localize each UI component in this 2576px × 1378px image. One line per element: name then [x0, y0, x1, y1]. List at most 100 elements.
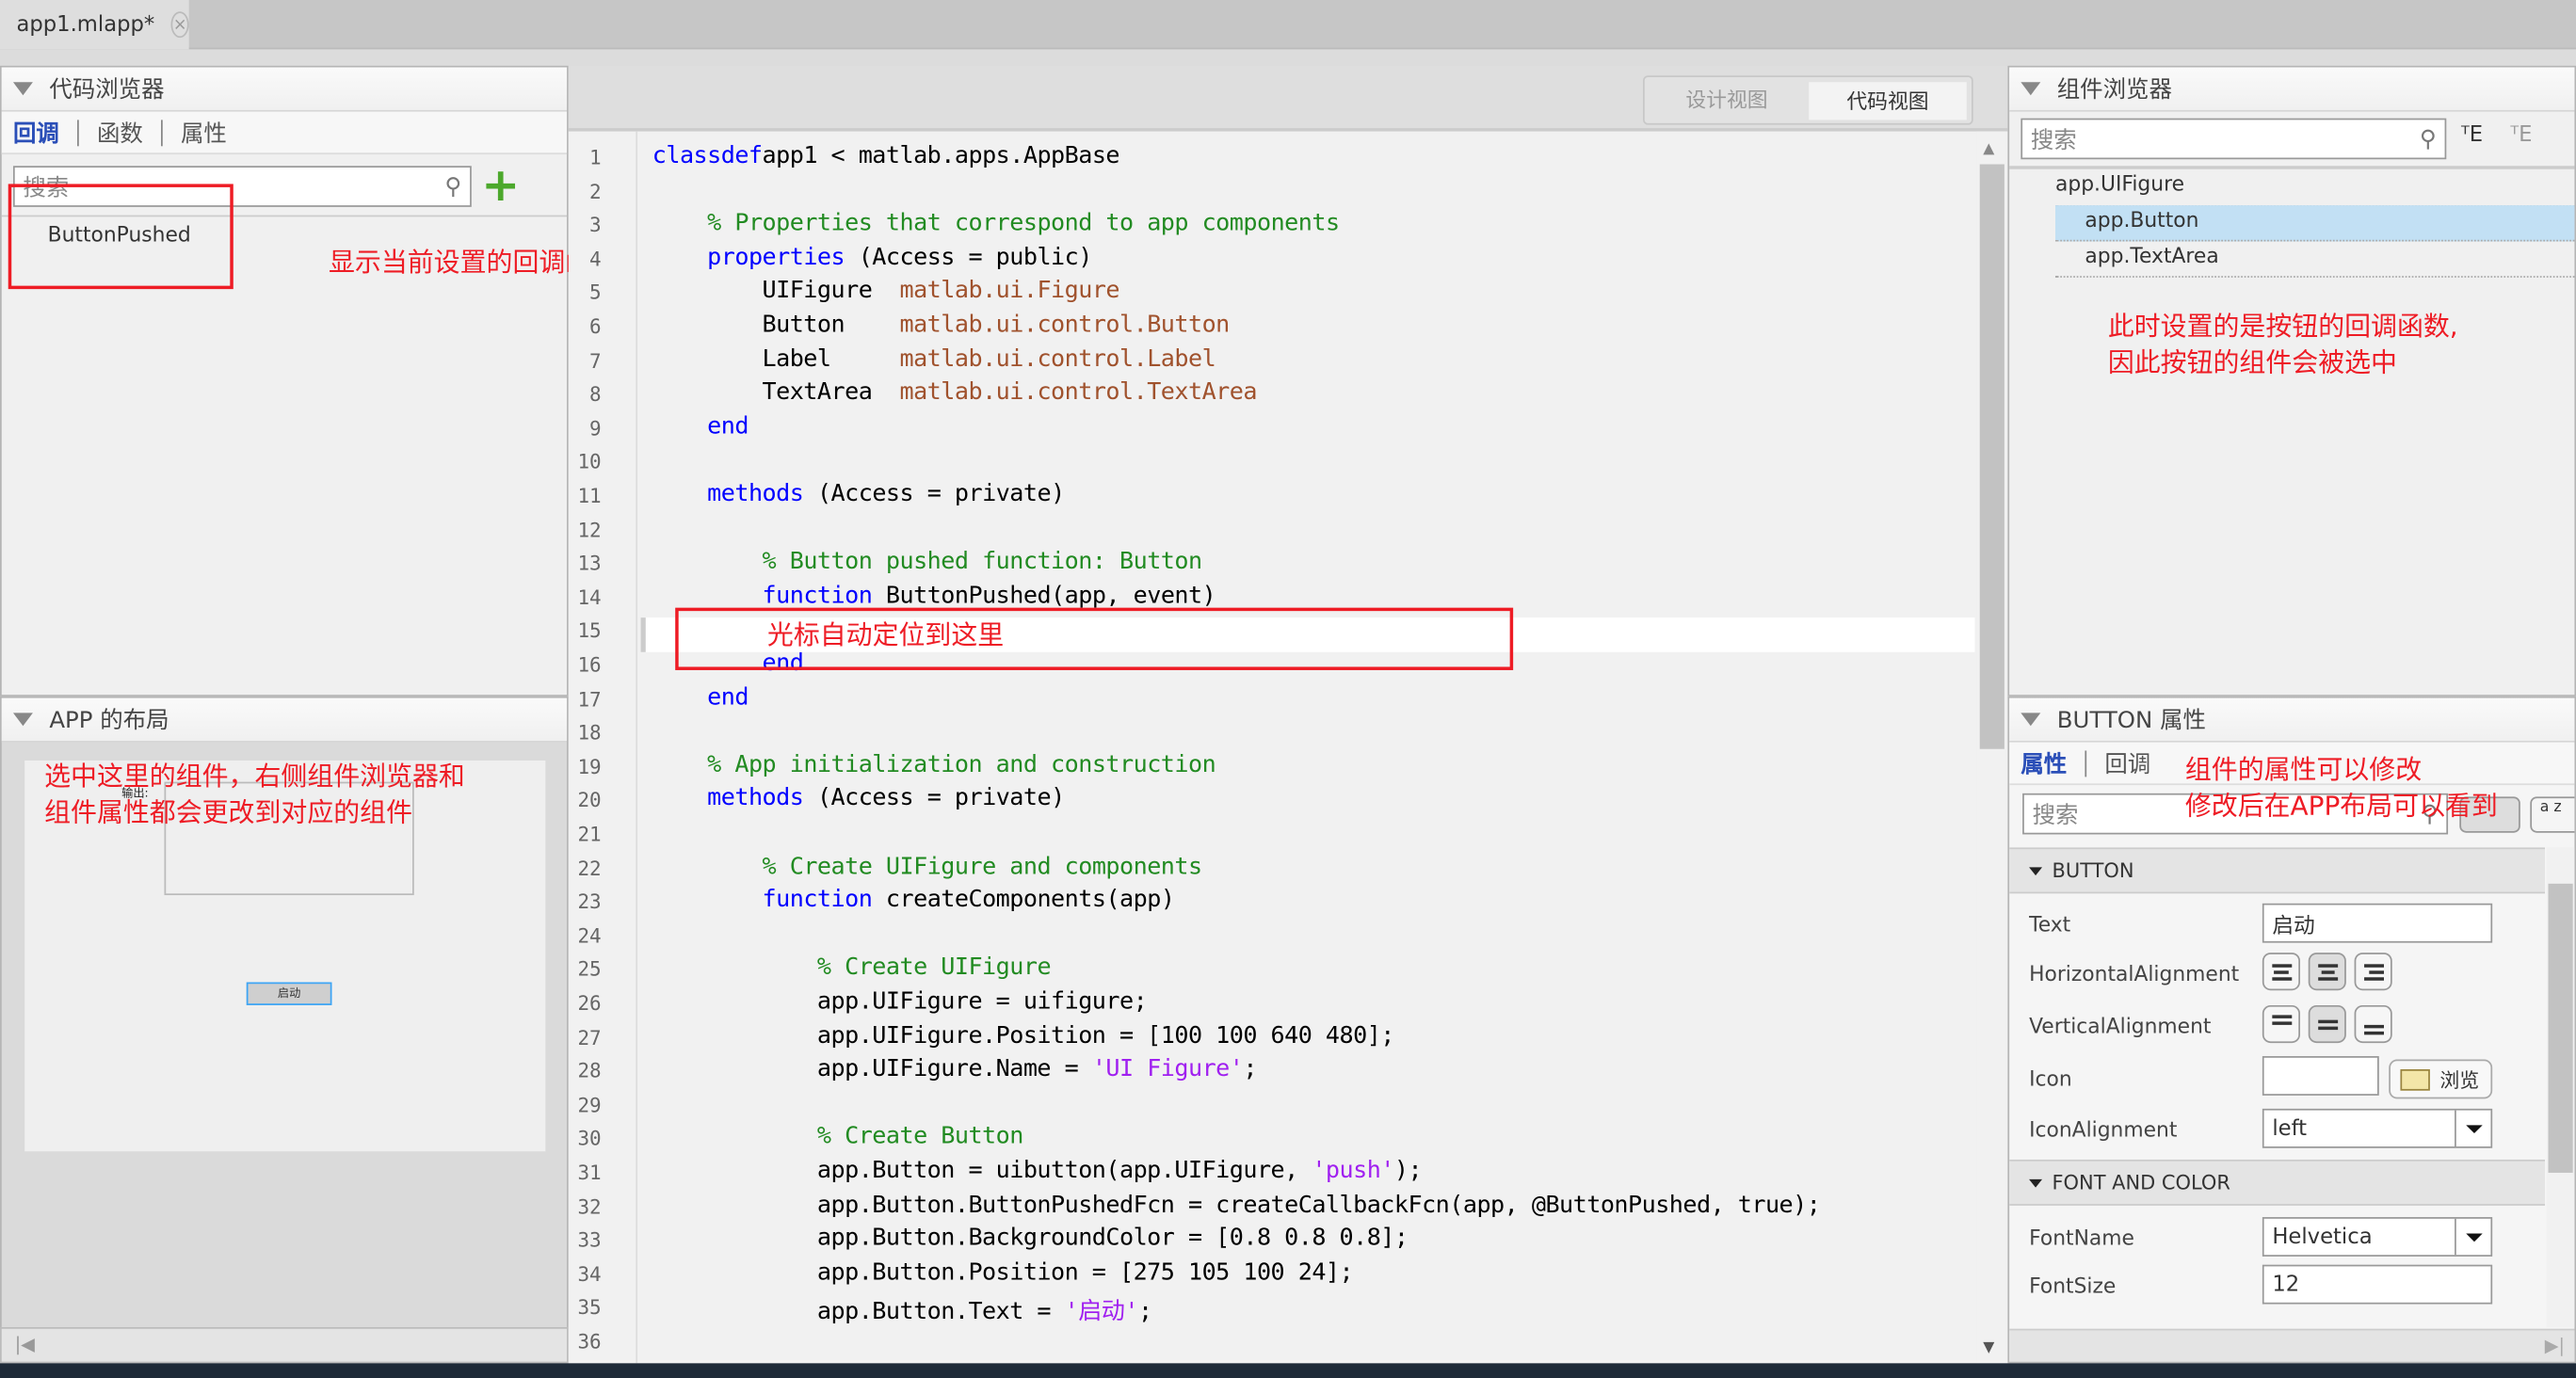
line-number: 22 [577, 857, 602, 880]
section-button[interactable]: BUTTON [2009, 847, 2546, 894]
code-line[interactable]: function createComponents(app) [652, 888, 1175, 914]
align-right-button[interactable] [2354, 953, 2392, 991]
code-line[interactable]: classdefapp1 < matlab.apps.AppBase [652, 143, 1120, 169]
code-line[interactable]: properties (Access = public) [652, 245, 1092, 271]
sort-az-button[interactable]: a z [2530, 796, 2575, 833]
collapse-icon[interactable] [12, 713, 33, 727]
tab-properties[interactable]: 属性 [181, 116, 227, 149]
annotation-text: 修改后在APP布局可以看到 [2184, 790, 2498, 822]
code-line[interactable]: % Create Button [652, 1124, 1023, 1150]
code-line[interactable]: % Create UIFigure [652, 955, 1052, 982]
section-font-and-color[interactable]: FONT AND COLOR [2009, 1159, 2546, 1206]
prop-label: HorizontalAlignment [2029, 960, 2240, 985]
component-search-input[interactable]: 搜索 ⚲ [2021, 118, 2447, 160]
search-placeholder: 搜索 [2030, 127, 2077, 154]
scroll-down-icon[interactable]: ▼ [1983, 1340, 1994, 1356]
line-number: 7 [589, 348, 602, 373]
code-token: matlab.ui.control.Button [899, 312, 1230, 339]
layout-scrollbar[interactable]: |◀ [0, 1326, 569, 1364]
document-tab-bar: app1.mlapp* × [0, 0, 2576, 50]
add-callback-button[interactable]: + [481, 162, 520, 209]
code-line[interactable]: methods (Access = private) [652, 481, 1065, 507]
scrollbar-thumb[interactable] [1979, 164, 2004, 749]
browse-button[interactable]: 浏览 [2389, 1059, 2493, 1099]
expand-all-icon[interactable]: ᵀE [2461, 123, 2483, 148]
collapse-icon[interactable] [12, 82, 33, 96]
code-line[interactable]: app.Button.BackgroundColor = [0.8 0.8 0.… [652, 1226, 1409, 1252]
code-editor[interactable]: 1 classdefapp1 < matlab.apps.AppBase 2 3 % … [568, 131, 2008, 1364]
font-size-input[interactable]: 12 [2262, 1264, 2493, 1305]
code-line[interactable]: TextArea matlab.ui.control.TextArea [652, 379, 1258, 406]
vertical-scrollbar[interactable]: ▲ ▼ [1976, 131, 2008, 1364]
align-left-button[interactable] [2262, 953, 2300, 991]
property-inspector-panel: BUTTON 属性 属性 回调 搜索 ⚲ a z BUTTON Text 启动 H… [2007, 696, 2576, 1364]
code-view-button[interactable]: 代码视图 [1809, 82, 1967, 120]
design-view-button[interactable]: 设计视图 [1645, 77, 1810, 123]
line-number: 26 [577, 991, 602, 1016]
tree-item-uifigure[interactable]: app.UIFigure [2054, 170, 2575, 207]
last-page-icon[interactable]: ▶| [2545, 1336, 2565, 1357]
code-line[interactable]: app.UIFigure.Position = [100 100 640 480… [652, 1022, 1395, 1049]
scrollbar-thumb[interactable] [2548, 883, 2573, 1173]
code-line[interactable]: Button matlab.ui.control.Button [652, 312, 1231, 339]
code-line[interactable]: function ButtonPushed(app, event) [652, 583, 1216, 609]
app-layout-header[interactable]: APP 的布局 [1, 697, 568, 743]
annotation-text: 组件的属性可以修改 [2184, 753, 2423, 786]
collapse-icon[interactable] [2021, 82, 2041, 96]
collapse-icon[interactable] [2021, 713, 2041, 727]
divider [161, 119, 163, 146]
code-token: 'push' [1312, 1158, 1394, 1185]
text-value-input[interactable]: 启动 [2262, 903, 2493, 943]
code-line[interactable]: % App initialization and construction [652, 752, 1216, 778]
prop-label: Text [2029, 911, 2071, 937]
code-line[interactable]: UIFigure matlab.ui.Figure [652, 279, 1120, 305]
code-line[interactable]: app.Button.ButtonPushedFcn = createCallb… [652, 1192, 1821, 1218]
code-line[interactable]: app.Button.Position = [275 105 100 24]; [652, 1259, 1354, 1286]
code-token: % Create UIFigure and components [762, 853, 1203, 880]
code-line[interactable]: app.UIFigure.Name = 'UI Figure'; [652, 1056, 1258, 1083]
code-browser-header[interactable]: 代码浏览器 [1, 67, 568, 112]
tab-callbacks[interactable]: 回调 [2104, 746, 2150, 779]
align-bottom-button[interactable] [2354, 1004, 2392, 1044]
tab-functions[interactable]: 函数 [97, 116, 143, 149]
inspector-scrollbar[interactable] [2546, 847, 2575, 1327]
folder-icon [2400, 1068, 2430, 1090]
code-line[interactable]: end [652, 413, 749, 440]
code-line[interactable]: app.Button.Text = '启动'; [652, 1293, 1152, 1328]
align-middle-button[interactable] [2308, 1004, 2346, 1044]
document-tab[interactable]: app1.mlapp* × [0, 0, 189, 50]
tree-item-button[interactable]: app.Button [2054, 205, 2575, 242]
line-number: 15 [577, 619, 602, 643]
code-line[interactable]: end [652, 684, 749, 711]
chevron-down-icon[interactable] [2455, 1218, 2490, 1256]
code-line[interactable]: % Create UIFigure and components [652, 853, 1203, 880]
icon-input[interactable] [2262, 1056, 2379, 1096]
chevron-down-icon[interactable] [2455, 1110, 2490, 1147]
scroll-up-icon[interactable]: ▲ [1983, 141, 1994, 157]
close-tab-icon[interactable]: × [170, 11, 189, 39]
annotation-text: 选中这里的组件，右侧组件浏览器和 [44, 760, 465, 793]
code-line[interactable]: Label matlab.ui.control.Label [652, 345, 1216, 372]
align-top-button[interactable] [2262, 1004, 2300, 1044]
code-line[interactable]: methods (Access = private) [652, 786, 1065, 812]
layout-button[interactable]: 启动 [246, 982, 332, 1005]
select-value: Helvetica [2272, 1224, 2373, 1250]
icon-alignment-select[interactable]: left [2262, 1108, 2493, 1148]
align-center-button[interactable] [2308, 953, 2346, 991]
component-browser-header[interactable]: 组件浏览器 [2009, 67, 2575, 112]
collapse-all-icon[interactable]: ᵀE [2510, 123, 2532, 148]
tree-item-textarea[interactable]: app.TextArea [2054, 242, 2575, 278]
code-line[interactable]: app.UIFigure = uifigure; [652, 988, 1148, 1015]
code-line[interactable]: app.Button = uibutton(app.UIFigure, 'pus… [652, 1158, 1423, 1185]
code-line[interactable]: % Button pushed function: Button [652, 549, 1203, 575]
font-name-select[interactable]: Helvetica [2262, 1217, 2493, 1257]
inspector-header[interactable]: BUTTON 属性 [2009, 697, 2575, 743]
first-page-icon[interactable]: |◀ [15, 1334, 35, 1355]
code-token: Button [652, 312, 900, 339]
tab-callbacks[interactable]: 回调 [13, 116, 59, 149]
code-token: app.UIFigure.Name = [652, 1056, 1092, 1083]
code-line[interactable]: % Properties that correspond to app comp… [652, 211, 1340, 237]
tab-properties[interactable]: 属性 [2021, 746, 2067, 779]
